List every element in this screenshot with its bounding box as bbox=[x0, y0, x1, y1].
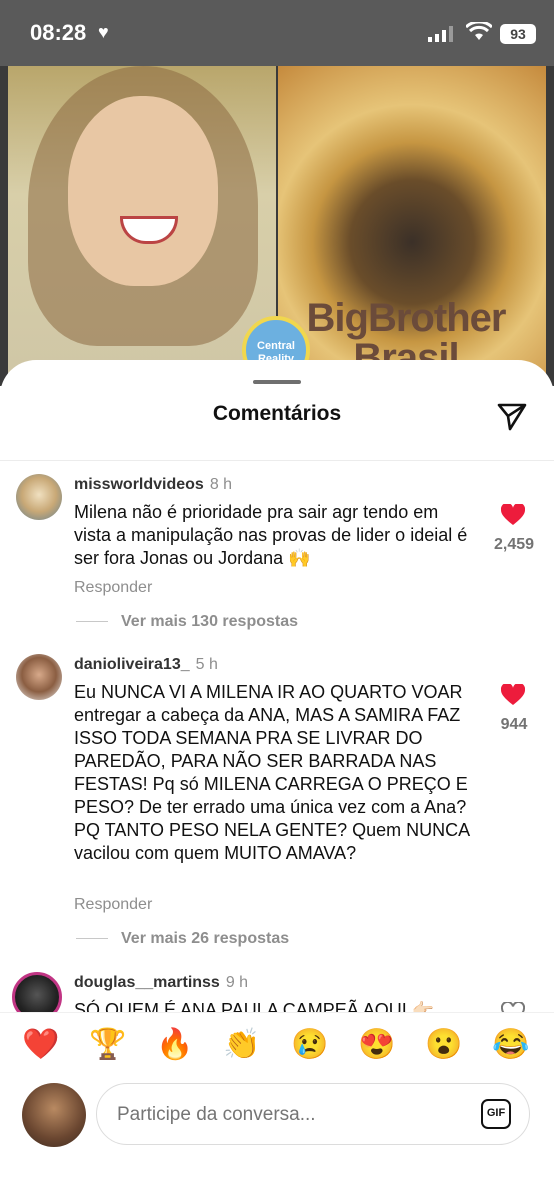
comment-username[interactable]: danioliveira13_ 5 h bbox=[74, 656, 218, 674]
battery-indicator: 93 bbox=[500, 24, 536, 44]
sheet-grabber[interactable] bbox=[253, 380, 301, 384]
heart-icon: ♥ bbox=[98, 22, 109, 42]
reply-button[interactable]: Responder bbox=[74, 896, 152, 914]
view-more-replies-button[interactable]: Ver mais 26 respostas bbox=[121, 930, 289, 948]
avatar[interactable] bbox=[16, 474, 62, 520]
my-avatar bbox=[22, 1083, 86, 1147]
comment-text: Milena não é prioridade pra sair agr ten… bbox=[74, 502, 468, 568]
view-more-replies-button[interactable]: Ver mais 130 respostas bbox=[121, 613, 298, 631]
comment-input-container[interactable]: GIF bbox=[96, 1083, 530, 1145]
like-count: 2,459 bbox=[493, 536, 535, 553]
reaction-laugh-button[interactable]: 😂 bbox=[491, 1027, 531, 1062]
gif-button[interactable]: GIF bbox=[481, 1099, 511, 1129]
comment-username[interactable]: missworldvideos 8 h bbox=[74, 476, 232, 494]
send-icon[interactable] bbox=[496, 400, 528, 432]
sheet-title: Comentários bbox=[212, 402, 342, 425]
video-left-panel bbox=[8, 66, 276, 386]
like-count: 944 bbox=[500, 716, 528, 733]
reply-button[interactable]: Responder bbox=[74, 579, 152, 597]
like-heart-icon[interactable] bbox=[501, 684, 525, 706]
composer-bar: ❤️ 🏆 🔥 👏 😢 😍 😮 😂 GIF bbox=[0, 1012, 554, 1200]
reaction-love-button[interactable]: 😍 bbox=[357, 1027, 397, 1062]
reaction-wow-button[interactable]: 😮 bbox=[424, 1027, 464, 1062]
status-time: 08:28 bbox=[30, 20, 87, 45]
wifi-icon bbox=[466, 22, 492, 40]
sheet-divider bbox=[0, 460, 554, 461]
person-face bbox=[68, 96, 218, 286]
status-bar: 08:28 ♥ 93 bbox=[0, 0, 554, 66]
comment-text: Eu NUNCA VI A MILENA IR AO QUARTO VOAR e… bbox=[74, 682, 470, 863]
cellular-signal-icon bbox=[428, 26, 453, 42]
reaction-heart-button[interactable]: ❤️ bbox=[21, 1027, 61, 1062]
comment-username[interactable]: douglas__martinss 9 h bbox=[74, 974, 248, 992]
reaction-trophy-button[interactable]: 🏆 bbox=[88, 1027, 128, 1062]
like-heart-icon[interactable] bbox=[501, 504, 525, 526]
reaction-fire-button[interactable]: 🔥 bbox=[155, 1027, 195, 1062]
replies-line bbox=[76, 621, 108, 622]
comment-input[interactable] bbox=[115, 1103, 459, 1127]
replies-line bbox=[76, 938, 108, 939]
reaction-cry-button[interactable]: 😢 bbox=[290, 1027, 330, 1062]
video-player[interactable]: BigBrother Brasil Central Reality bbox=[0, 66, 554, 386]
reaction-clap-button[interactable]: 👏 bbox=[222, 1027, 262, 1062]
avatar[interactable] bbox=[16, 654, 62, 700]
